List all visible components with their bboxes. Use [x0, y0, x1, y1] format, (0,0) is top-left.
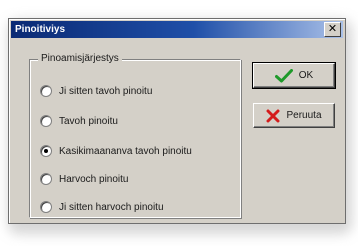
- arrange-dialog: Pinoitiviys ✕ Pinoamisjärjestys Ji sitte…: [8, 18, 346, 224]
- cancel-label: Peruuta: [286, 110, 322, 121]
- radio-option-5[interactable]: Ji sitten harvoch pinoitu: [40, 199, 164, 215]
- radio-button[interactable]: [40, 115, 52, 127]
- ok-label: OK: [298, 70, 314, 81]
- close-button[interactable]: ✕: [324, 22, 341, 37]
- radio-label: Tavoh pinoitu: [59, 115, 118, 127]
- radio-button[interactable]: [40, 201, 52, 213]
- cancel-button[interactable]: Peruuta: [253, 103, 335, 128]
- radio-label: Ji sitten tavoh pinoitu: [59, 85, 153, 97]
- radio-option-2[interactable]: Tavoh pinoitu: [40, 113, 118, 129]
- x-mark-icon: [266, 109, 280, 123]
- dialog-title: Pinoitiviys: [15, 24, 66, 35]
- radio-button[interactable]: [40, 85, 52, 97]
- order-groupbox: Pinoamisjärjestys Ji sitten tavoh pinoit…: [29, 53, 241, 218]
- radio-option-3[interactable]: Kasikimaananva tavoh pinoitu: [40, 143, 192, 159]
- radio-button-selected[interactable]: [40, 145, 52, 157]
- close-icon: ✕: [327, 23, 338, 35]
- radio-label: Ji sitten harvoch pinoitu: [59, 201, 164, 213]
- radio-option-1[interactable]: Ji sitten tavoh pinoitu: [40, 83, 152, 99]
- groupbox-label: Pinoamisjärjestys: [38, 53, 122, 65]
- radio-label: Harvoch pinoitu: [59, 173, 129, 185]
- title-bar[interactable]: Pinoitiviys ✕: [11, 21, 343, 38]
- ok-button[interactable]: OK: [252, 62, 336, 89]
- radio-label: Kasikimaananva tavoh pinoitu: [59, 145, 192, 157]
- radio-button[interactable]: [40, 173, 52, 185]
- radio-option-4[interactable]: Harvoch pinoitu: [40, 171, 128, 187]
- checkmark-icon: [274, 68, 293, 83]
